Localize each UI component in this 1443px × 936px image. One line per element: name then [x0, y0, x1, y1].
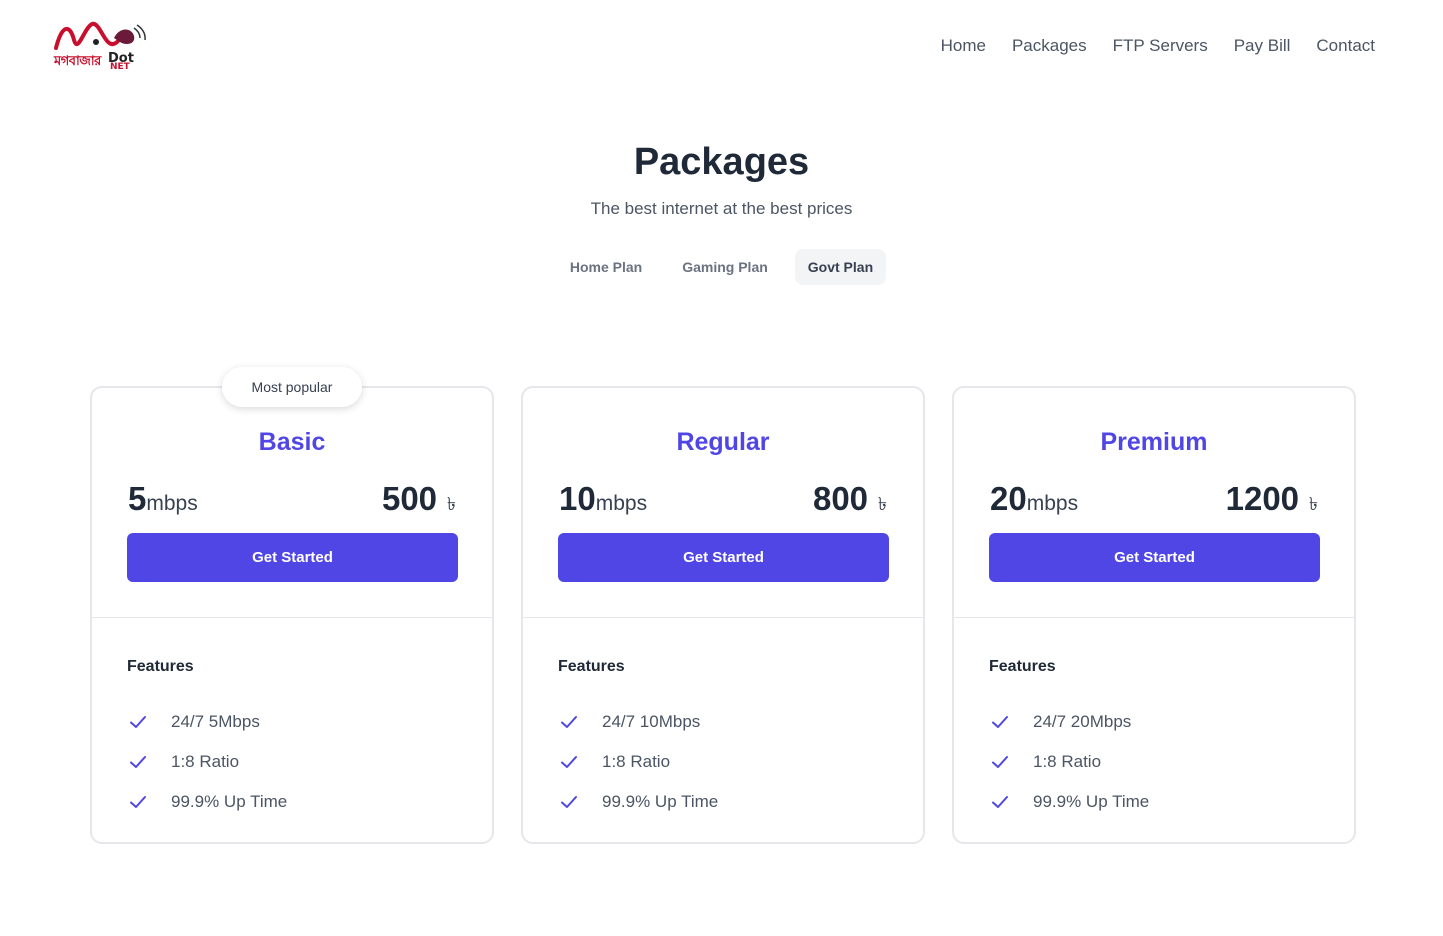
- nav-contact-link[interactable]: Contact: [1316, 36, 1375, 56]
- feature-item: 99.9% Up Time: [127, 782, 287, 822]
- price-value: 500: [381, 480, 438, 517]
- nav-packages-link[interactable]: Packages: [1012, 36, 1087, 56]
- check-icon: [127, 711, 149, 733]
- check-icon: [989, 791, 1011, 813]
- page-subtitle: The best internet at the best prices: [590, 199, 853, 218]
- check-icon: [127, 791, 149, 813]
- plan-name: Regular: [676, 428, 770, 456]
- navbar: মগবাজার Dot NET Home Packages FTP Server…: [0, 0, 1443, 96]
- feature-text: 24/7 10Mbps: [602, 712, 701, 731]
- speed-unit: mbps: [1026, 492, 1079, 515]
- plan-speed: 10mbps: [559, 480, 647, 518]
- brand-logo[interactable]: মগবাজার Dot NET: [54, 20, 146, 76]
- feature-text: 1:8 Ratio: [1033, 752, 1102, 771]
- plan-price: 500 ৳: [382, 480, 456, 521]
- logo-wave-icon: [54, 21, 146, 50]
- feature-item: 1:8 Ratio: [989, 742, 1149, 782]
- feature-text: 24/7 5Mbps: [171, 712, 260, 731]
- check-icon: [558, 711, 580, 733]
- get-started-button[interactable]: Get Started: [989, 533, 1320, 582]
- feature-text: 99.9% Up Time: [1033, 792, 1150, 811]
- nav-home-link[interactable]: Home: [941, 36, 986, 56]
- plan-price: 1200 ৳: [1226, 480, 1318, 521]
- features-heading: Features: [989, 658, 1056, 675]
- plan-price: 800 ৳: [813, 480, 887, 521]
- check-icon: [989, 751, 1011, 773]
- feature-list: 24/7 10Mbps 1:8 Ratio 99.9% Up Time: [558, 702, 718, 822]
- currency-symbol: ৳: [447, 494, 456, 514]
- speed-value: 20: [990, 480, 1027, 517]
- features-heading: Features: [127, 658, 194, 675]
- card-divider: [954, 617, 1354, 618]
- page-title: Packages: [633, 141, 810, 183]
- tab-govt-plan[interactable]: Govt Plan: [794, 249, 887, 285]
- feature-item: 99.9% Up Time: [558, 782, 718, 822]
- card-divider: [523, 617, 923, 618]
- feature-text: 99.9% Up Time: [602, 792, 719, 811]
- plan-card-premium: Premium 20mbps 1200 ৳ Get Started Featur…: [952, 386, 1356, 844]
- feature-item: 1:8 Ratio: [127, 742, 287, 782]
- tab-home-plan[interactable]: Home Plan: [557, 249, 655, 285]
- nav-ftp-servers-link[interactable]: FTP Servers: [1113, 36, 1208, 56]
- currency-symbol: ৳: [1309, 494, 1318, 514]
- logo-net-text: NET: [110, 62, 130, 72]
- card-divider: [92, 617, 492, 618]
- nav-pay-bill-link[interactable]: Pay Bill: [1234, 36, 1291, 56]
- feature-text: 99.9% Up Time: [171, 792, 288, 811]
- currency-symbol: ৳: [878, 494, 887, 514]
- features-heading: Features: [558, 658, 625, 675]
- speed-unit: mbps: [146, 492, 198, 515]
- speed-value: 10: [559, 480, 596, 517]
- plan-speed: 5mbps: [128, 480, 198, 518]
- feature-item: 1:8 Ratio: [558, 742, 718, 782]
- main-nav: Home Packages FTP Servers Pay Bill Conta…: [941, 36, 1375, 56]
- most-popular-badge: Most popular: [222, 367, 362, 407]
- get-started-button[interactable]: Get Started: [127, 533, 458, 582]
- price-value: 1200: [1225, 480, 1300, 517]
- price-value: 800: [812, 480, 869, 517]
- feature-item: 99.9% Up Time: [989, 782, 1149, 822]
- feature-item: 24/7 5Mbps: [127, 702, 287, 742]
- feature-text: 1:8 Ratio: [171, 752, 240, 771]
- feature-list: 24/7 20Mbps 1:8 Ratio 99.9% Up Time: [989, 702, 1149, 822]
- feature-item: 24/7 20Mbps: [989, 702, 1149, 742]
- feature-item: 24/7 10Mbps: [558, 702, 718, 742]
- logo-bengali-text: মগবাজার: [54, 54, 101, 69]
- plan-card-basic: Most popular Basic 5mbps 500 ৳ Get Start…: [90, 367, 494, 844]
- check-icon: [558, 751, 580, 773]
- feature-text: 24/7 20Mbps: [1033, 712, 1132, 731]
- check-icon: [127, 751, 149, 773]
- get-started-button[interactable]: Get Started: [558, 533, 889, 582]
- speed-unit: mbps: [595, 492, 648, 515]
- speed-value: 5: [128, 480, 147, 517]
- check-icon: [558, 791, 580, 813]
- plan-name: Basic: [258, 428, 326, 456]
- plan-speed: 20mbps: [990, 480, 1078, 518]
- plan-name: Premium: [1100, 428, 1208, 456]
- plan-tabs: Home Plan Gaming Plan Govt Plan: [0, 249, 1443, 285]
- plan-card-regular: Regular 10mbps 800 ৳ Get Started Feature…: [521, 386, 925, 844]
- check-icon: [989, 711, 1011, 733]
- feature-text: 1:8 Ratio: [602, 752, 671, 771]
- tab-gaming-plan[interactable]: Gaming Plan: [669, 249, 781, 285]
- feature-list: 24/7 5Mbps 1:8 Ratio 99.9% Up Time: [127, 702, 287, 822]
